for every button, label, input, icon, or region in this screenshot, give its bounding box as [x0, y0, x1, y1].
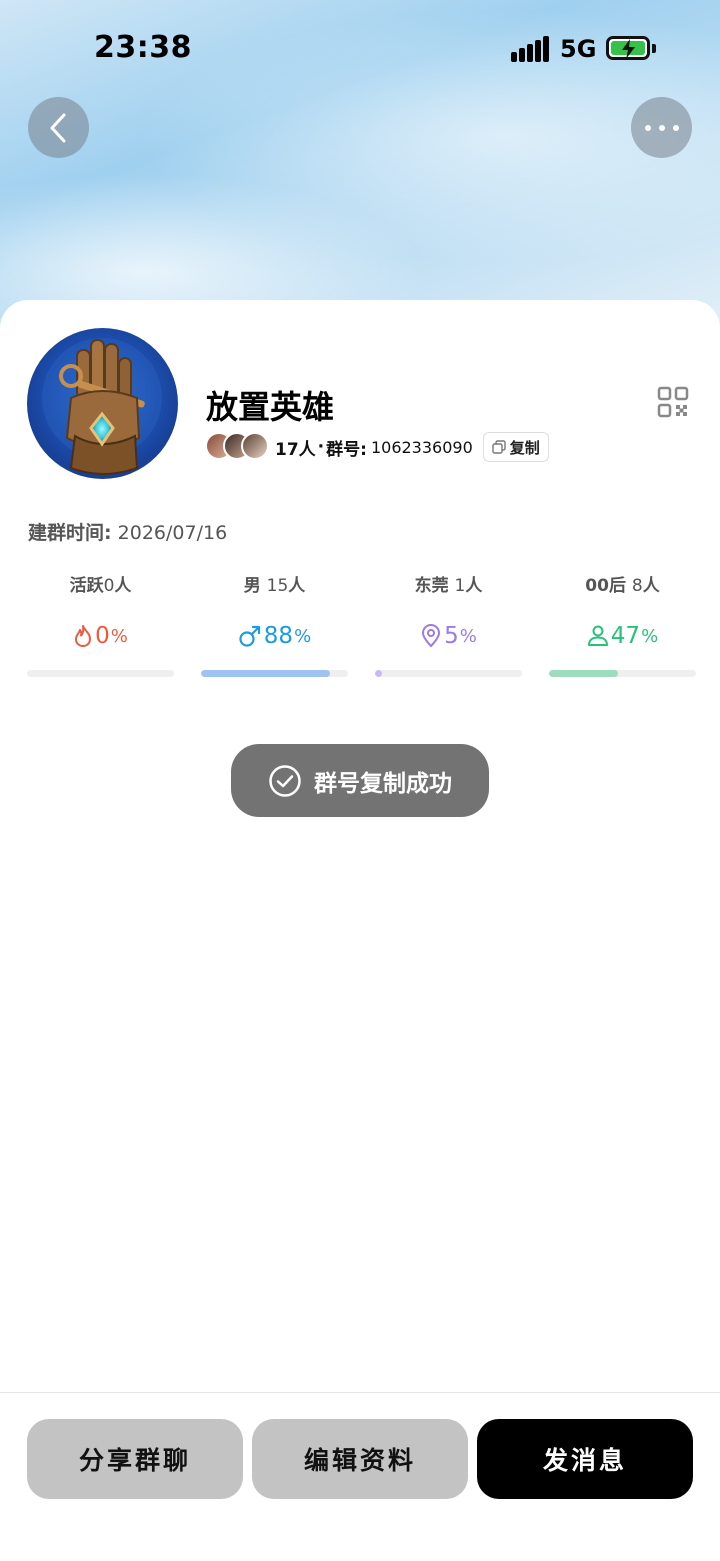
status-bar: 23:38 5G [0, 0, 720, 96]
group-id: 1062336090 [370, 437, 473, 457]
stat-progress-bar [375, 670, 522, 677]
group-info-card [0, 300, 720, 1561]
stat-progress-bar [27, 670, 174, 677]
stat-value: 5% [375, 620, 522, 652]
group-avatar[interactable] [27, 328, 178, 479]
more-dots-icon [644, 124, 679, 131]
member-avatars[interactable] [205, 432, 271, 462]
stat-male: 男 15人 88% [201, 572, 348, 677]
male-icon [239, 625, 260, 647]
stat-progress-bar [201, 670, 348, 677]
stat-progress-bar [549, 670, 696, 677]
member-avatar [241, 432, 269, 460]
stat-label: 00后 8人 [585, 576, 660, 596]
created-time: 建群时间: 2026/07/16 [28, 518, 227, 545]
created-date: 2026/07/16 [117, 522, 228, 544]
edit-profile-button[interactable]: 编辑资料 [252, 1419, 468, 1499]
stat-label: 东莞 1人 [414, 576, 483, 596]
copy-success-toast: 群号复制成功 [231, 744, 489, 817]
member-row: 17人 · 群号: 1062336090 复制 [205, 432, 549, 462]
stat-label: 活跃0人 [69, 576, 132, 596]
stat-age: 00后 8人 47% [549, 572, 696, 677]
send-message-button[interactable]: 发消息 [477, 1419, 693, 1499]
group-id-label: 群号: [326, 439, 367, 460]
flame-icon [75, 625, 92, 647]
separator-dot: · [317, 437, 325, 457]
stat-label: 男 15人 [243, 576, 306, 596]
stat-value: 47% [549, 620, 696, 652]
back-button[interactable] [28, 97, 89, 158]
chevron-left-icon [50, 113, 65, 142]
bottom-divider [0, 1392, 720, 1393]
check-circle-icon [269, 764, 301, 797]
created-label: 建群时间: [28, 522, 112, 544]
copy-button[interactable]: 复制 [482, 432, 549, 462]
network-label: 5G [560, 35, 597, 63]
share-group-button[interactable]: 分享群聊 [27, 1419, 243, 1499]
copy-label: 复制 [509, 438, 540, 457]
toast-text: 群号复制成功 [314, 770, 452, 797]
qr-code-icon[interactable] [657, 386, 689, 418]
stat-location: 东莞 1人 5% [375, 572, 522, 677]
copy-icon [492, 440, 506, 454]
stat-active: 活跃0人 0% [27, 572, 174, 677]
person-icon [587, 625, 608, 646]
signal-icon [511, 36, 549, 62]
member-count: 17人 [275, 439, 316, 460]
gauntlet-image [42, 338, 162, 475]
battery-tip [652, 44, 656, 53]
stat-value: 0% [27, 620, 174, 652]
stat-value: 88% [201, 620, 348, 652]
status-time: 23:38 [94, 30, 192, 65]
more-button[interactable] [631, 97, 692, 158]
group-name: 放置英雄 [206, 388, 335, 426]
battery-icon [606, 36, 650, 60]
location-pin-icon [422, 624, 441, 648]
